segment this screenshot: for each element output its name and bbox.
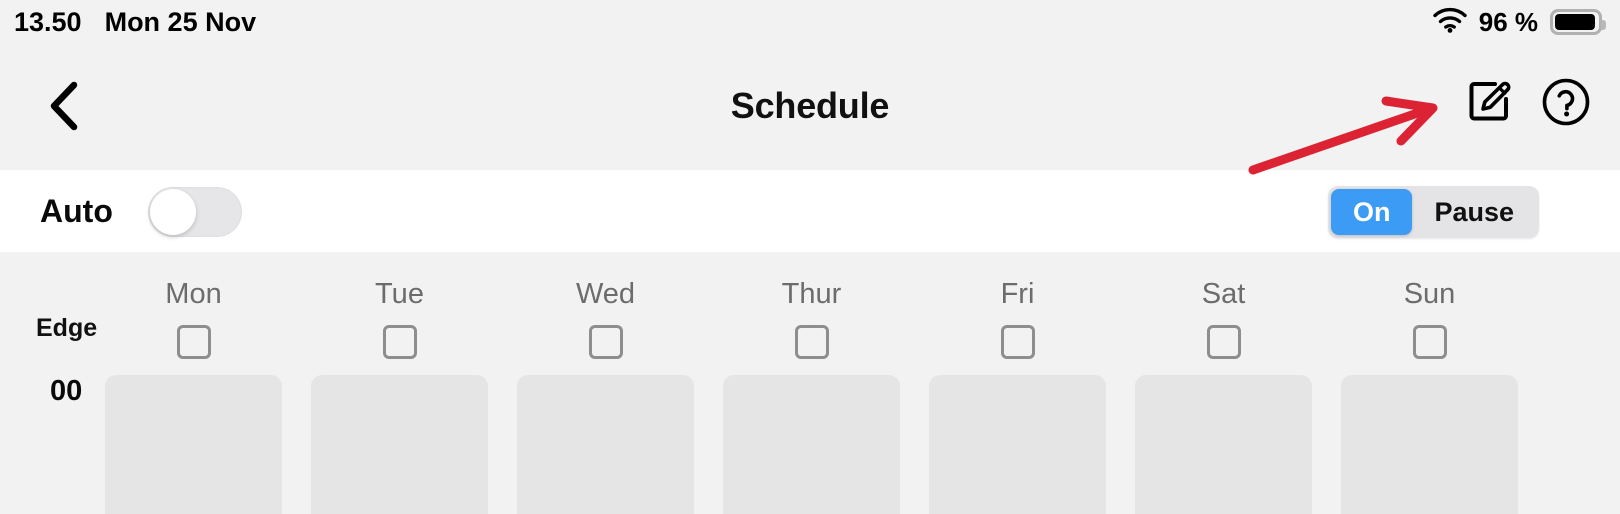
status-bar: 13.50 Mon 25 Nov 96 % bbox=[0, 0, 1620, 44]
day-header-row: Mon Tue Wed Thur Fri Sat Sun bbox=[105, 252, 1532, 359]
question-mark-circle-icon bbox=[1541, 77, 1591, 132]
segment-on[interactable]: On bbox=[1330, 189, 1413, 235]
schedule-cell[interactable] bbox=[311, 375, 488, 514]
page-title: Schedule bbox=[730, 85, 890, 126]
schedule-cell[interactable] bbox=[517, 375, 694, 514]
day-label: Wed bbox=[575, 278, 636, 310]
day-column-sat: Sat bbox=[1135, 252, 1312, 359]
schedule-grid: Edge Mon Tue Wed Thur Fri Sat Sun 00 bbox=[0, 252, 1620, 514]
help-button[interactable] bbox=[1540, 78, 1592, 130]
schedule-cell[interactable] bbox=[723, 375, 900, 514]
day-label: Tue bbox=[375, 278, 424, 310]
day-column-sun: Sun bbox=[1341, 252, 1518, 359]
status-bar-left: 13.50 Mon 25 Nov bbox=[14, 0, 256, 44]
day-label: Sun bbox=[1403, 278, 1456, 310]
schedule-cell[interactable] bbox=[1135, 375, 1312, 514]
day-checkbox[interactable] bbox=[382, 325, 417, 359]
schedule-cell[interactable] bbox=[929, 375, 1106, 514]
segment-pause[interactable]: Pause bbox=[1412, 189, 1536, 235]
day-column-thur: Thur bbox=[723, 252, 900, 359]
status-date: Mon 25 Nov bbox=[104, 6, 257, 37]
day-checkbox[interactable] bbox=[794, 325, 829, 359]
day-checkbox[interactable] bbox=[1412, 325, 1447, 359]
edit-button[interactable] bbox=[1464, 78, 1516, 130]
day-label: Fri bbox=[1000, 278, 1035, 310]
schedule-cell[interactable] bbox=[1341, 375, 1518, 514]
day-label: Sat bbox=[1201, 278, 1246, 310]
day-label: Thur bbox=[781, 278, 842, 310]
day-checkbox[interactable] bbox=[1206, 325, 1241, 359]
day-checkbox[interactable] bbox=[176, 325, 211, 359]
navigation-bar: Schedule bbox=[0, 44, 1620, 168]
hour-label-00: 00 bbox=[50, 375, 83, 407]
auto-toggle-knob bbox=[150, 189, 196, 235]
status-bar-right: 96 % bbox=[1433, 0, 1606, 44]
auto-toggle[interactable] bbox=[148, 187, 242, 237]
day-checkbox[interactable] bbox=[588, 325, 623, 359]
mode-segmented-control: On Pause bbox=[1327, 186, 1539, 238]
wifi-icon bbox=[1433, 7, 1467, 38]
schedule-cell[interactable] bbox=[105, 375, 282, 514]
day-checkbox[interactable] bbox=[1000, 325, 1035, 359]
edge-row-label: Edge bbox=[36, 314, 98, 342]
phone-screen: 13.50 Mon 25 Nov 96 % Schedule Auto On P… bbox=[0, 0, 1620, 514]
day-column-mon: Mon bbox=[105, 252, 282, 359]
day-column-tue: Tue bbox=[311, 252, 488, 359]
edit-pencil-square-icon bbox=[1466, 78, 1514, 131]
status-time: 13.50 bbox=[14, 6, 82, 37]
auto-label: Auto bbox=[40, 192, 113, 229]
day-label: Mon bbox=[165, 278, 222, 310]
battery-percent-label: 96 % bbox=[1478, 6, 1538, 37]
day-column-fri: Fri bbox=[929, 252, 1106, 359]
schedule-cell-row-00 bbox=[105, 375, 1532, 514]
day-column-wed: Wed bbox=[517, 252, 694, 359]
nav-actions bbox=[1464, 78, 1592, 130]
auto-row: Auto On Pause bbox=[0, 170, 1620, 252]
battery-icon bbox=[1550, 9, 1606, 35]
